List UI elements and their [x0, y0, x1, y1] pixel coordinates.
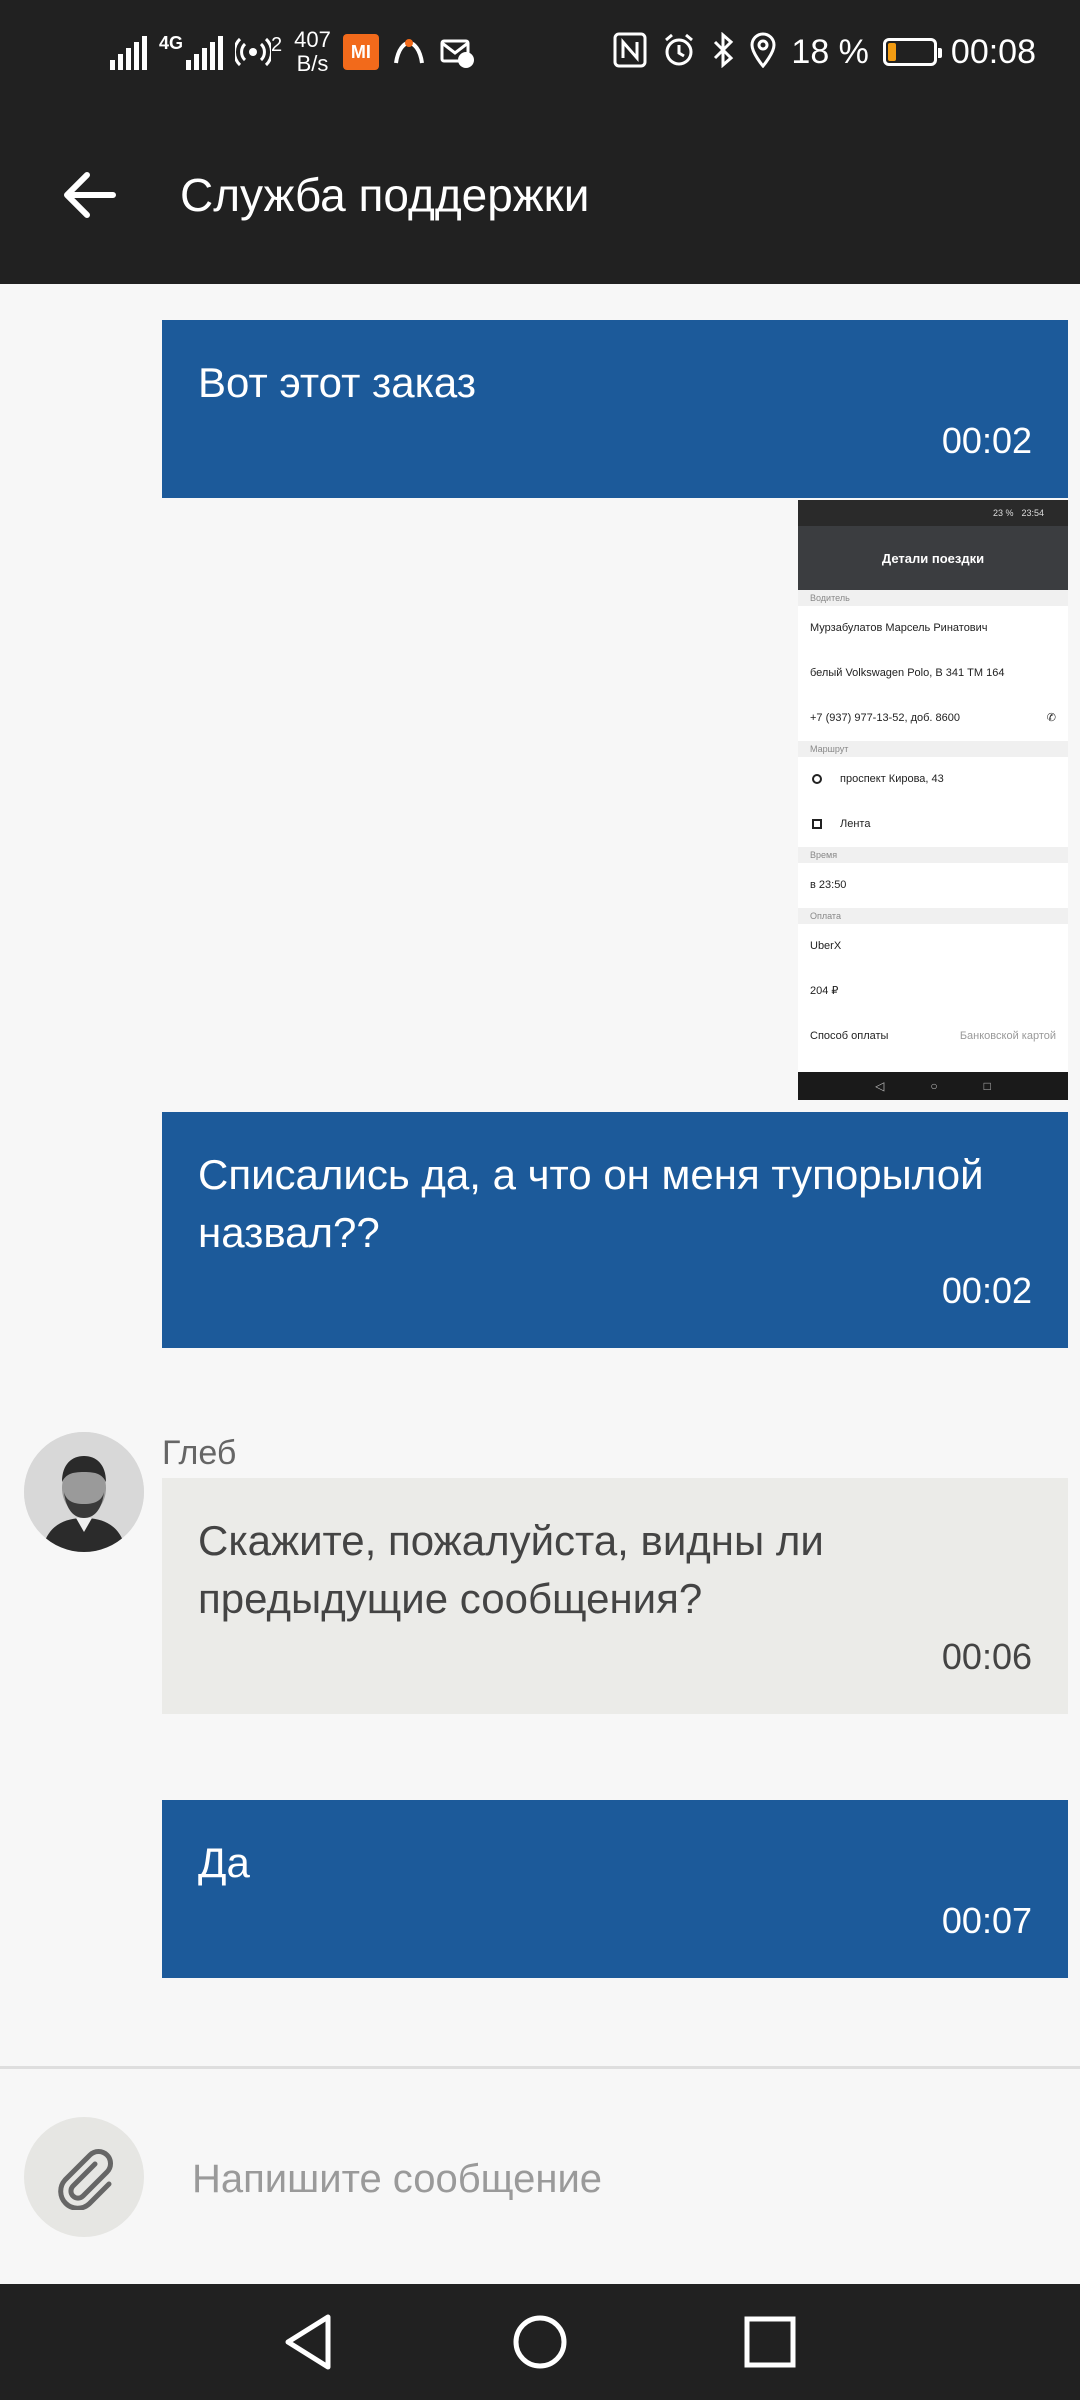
attachment-to-row: Лента — [798, 802, 1068, 847]
signal-strength-icon — [110, 34, 147, 70]
app-notification-icon — [391, 34, 427, 70]
message-text: Списались да, а что он меня тупорылой на… — [198, 1151, 984, 1256]
sender-name: Глеб — [162, 1434, 237, 1472]
back-button[interactable] — [56, 161, 124, 229]
mi-app-icon: MI — [342, 34, 379, 70]
status-left: 4G 2 407 B/s MI — [110, 22, 475, 82]
status-time: 00:08 — [950, 32, 1036, 71]
app-bar: Служба поддержки — [0, 106, 1080, 284]
attach-button[interactable] — [24, 2117, 144, 2237]
message-time: 00:02 — [941, 420, 1032, 461]
attached-screenshot[interactable]: 23 % 23:54 Детали поездки Водитель Мурза… — [798, 500, 1068, 1100]
composer-divider — [0, 2066, 1080, 2069]
attachment-from: проспект Кирова, 43 — [840, 773, 944, 785]
page-title: Служба поддержки — [180, 169, 590, 221]
message-text: Скажите, пожалуйста, видны ли предыдущие… — [198, 1517, 824, 1622]
attachment-time-label: Время — [798, 847, 1068, 863]
attachment-recents-icon: □ — [983, 1079, 991, 1093]
attachment-header: Детали поездки — [798, 526, 1068, 590]
net-speed: 407 B/s — [294, 28, 331, 76]
incoming-message[interactable]: Скажите, пожалуйста, видны ли предыдущие… — [162, 1478, 1068, 1714]
hotspot-count: 2 — [271, 34, 283, 56]
nav-recents-icon — [744, 2316, 796, 2368]
mi-label: MI — [350, 41, 371, 62]
route-end-icon — [812, 819, 822, 829]
attachment-payment-method-row: Способ оплаты Банковской картой — [798, 1014, 1068, 1059]
route-start-icon — [812, 774, 822, 784]
network-type-label: 4G — [159, 33, 184, 53]
nav-back-button[interactable] — [276, 2310, 340, 2374]
attachment-payment-method-label: Способ оплаты — [810, 1030, 889, 1042]
attachment-to: Лента — [840, 818, 871, 830]
message-text: Да — [198, 1839, 250, 1886]
attachment-tariff: UberX — [810, 940, 842, 952]
attachment-car: белый Volkswagen Polo, В 341 ТМ 164 — [810, 667, 1005, 679]
attachment-time-value: в 23:50 — [810, 879, 847, 891]
net-speed-value: 407 — [294, 27, 331, 52]
net-speed-unit: B/s — [296, 51, 329, 76]
message-input[interactable] — [190, 2150, 1054, 2208]
attachment-phone-row: +7 (937) 977-13-52, доб. 8600 ✆ — [798, 696, 1068, 741]
avatar[interactable] — [24, 1432, 144, 1552]
outgoing-message[interactable]: Да 00:07 — [162, 1800, 1068, 1978]
arrow-back-icon — [64, 172, 116, 218]
mail-notification-icon — [439, 34, 475, 70]
message-time: 00:07 — [941, 1900, 1032, 1941]
signal-strength-2-icon — [186, 34, 224, 70]
battery-percent: 18 % — [791, 32, 869, 71]
message-text: Вот этот заказ — [198, 359, 477, 406]
location-icon — [749, 32, 777, 73]
nav-home-button[interactable] — [508, 2310, 572, 2374]
message-time: 00:06 — [941, 1636, 1032, 1677]
attachment-from-row: проспект Кирова, 43 — [798, 757, 1068, 802]
bluetooth-icon — [711, 31, 735, 73]
nav-recents-button[interactable] — [738, 2310, 802, 2374]
outgoing-message[interactable]: Вот этот заказ 00:02 — [162, 320, 1068, 498]
outgoing-message[interactable]: Списались да, а что он меня тупорылой на… — [162, 1112, 1068, 1348]
message-time: 00:02 — [941, 1270, 1032, 1311]
attachment-payment-label: Оплата — [798, 908, 1068, 924]
attachment-route-label: Маршрут — [798, 741, 1068, 757]
attachment-driver-name: Мурзабулатов Марсель Ринатович — [810, 622, 988, 634]
attachment-home-icon: ○ — [930, 1079, 938, 1093]
status-bar: 4G 2 407 B/s MI 18 % 00:08 — [0, 0, 1080, 106]
attachment-back-icon: ◁ — [875, 1079, 885, 1093]
attachment-payment-method-value: Банковской картой — [959, 1030, 1056, 1042]
system-nav-bar — [0, 2284, 1080, 2400]
attachment-status-battery: 23 % — [992, 508, 1014, 518]
attachment-price: 204 ₽ — [810, 985, 839, 997]
phone-icon: ✆ — [1046, 712, 1056, 724]
nfc-icon — [613, 32, 647, 73]
hotspot-icon: 2 — [235, 34, 282, 70]
user-avatar-icon — [24, 1432, 144, 1552]
battery-icon — [882, 38, 942, 66]
attachment-nav-bar: ◁ ○ □ — [798, 1072, 1068, 1100]
battery-fill — [887, 43, 896, 61]
attachment-status-time: 23:54 — [1021, 508, 1044, 518]
status-right: 18 % 00:08 — [613, 22, 1036, 82]
mobile-data-icon: 4G — [159, 33, 224, 70]
alarm-icon — [661, 32, 697, 73]
attachment-driver-label: Водитель — [798, 590, 1068, 606]
paperclip-icon — [58, 2149, 113, 2210]
attachment-phone: +7 (937) 977-13-52, доб. 8600 — [810, 712, 961, 724]
nav-back-icon — [285, 2314, 331, 2370]
attachment-status-bar: 23 % 23:54 — [798, 500, 1068, 526]
nav-home-icon — [513, 2315, 567, 2369]
